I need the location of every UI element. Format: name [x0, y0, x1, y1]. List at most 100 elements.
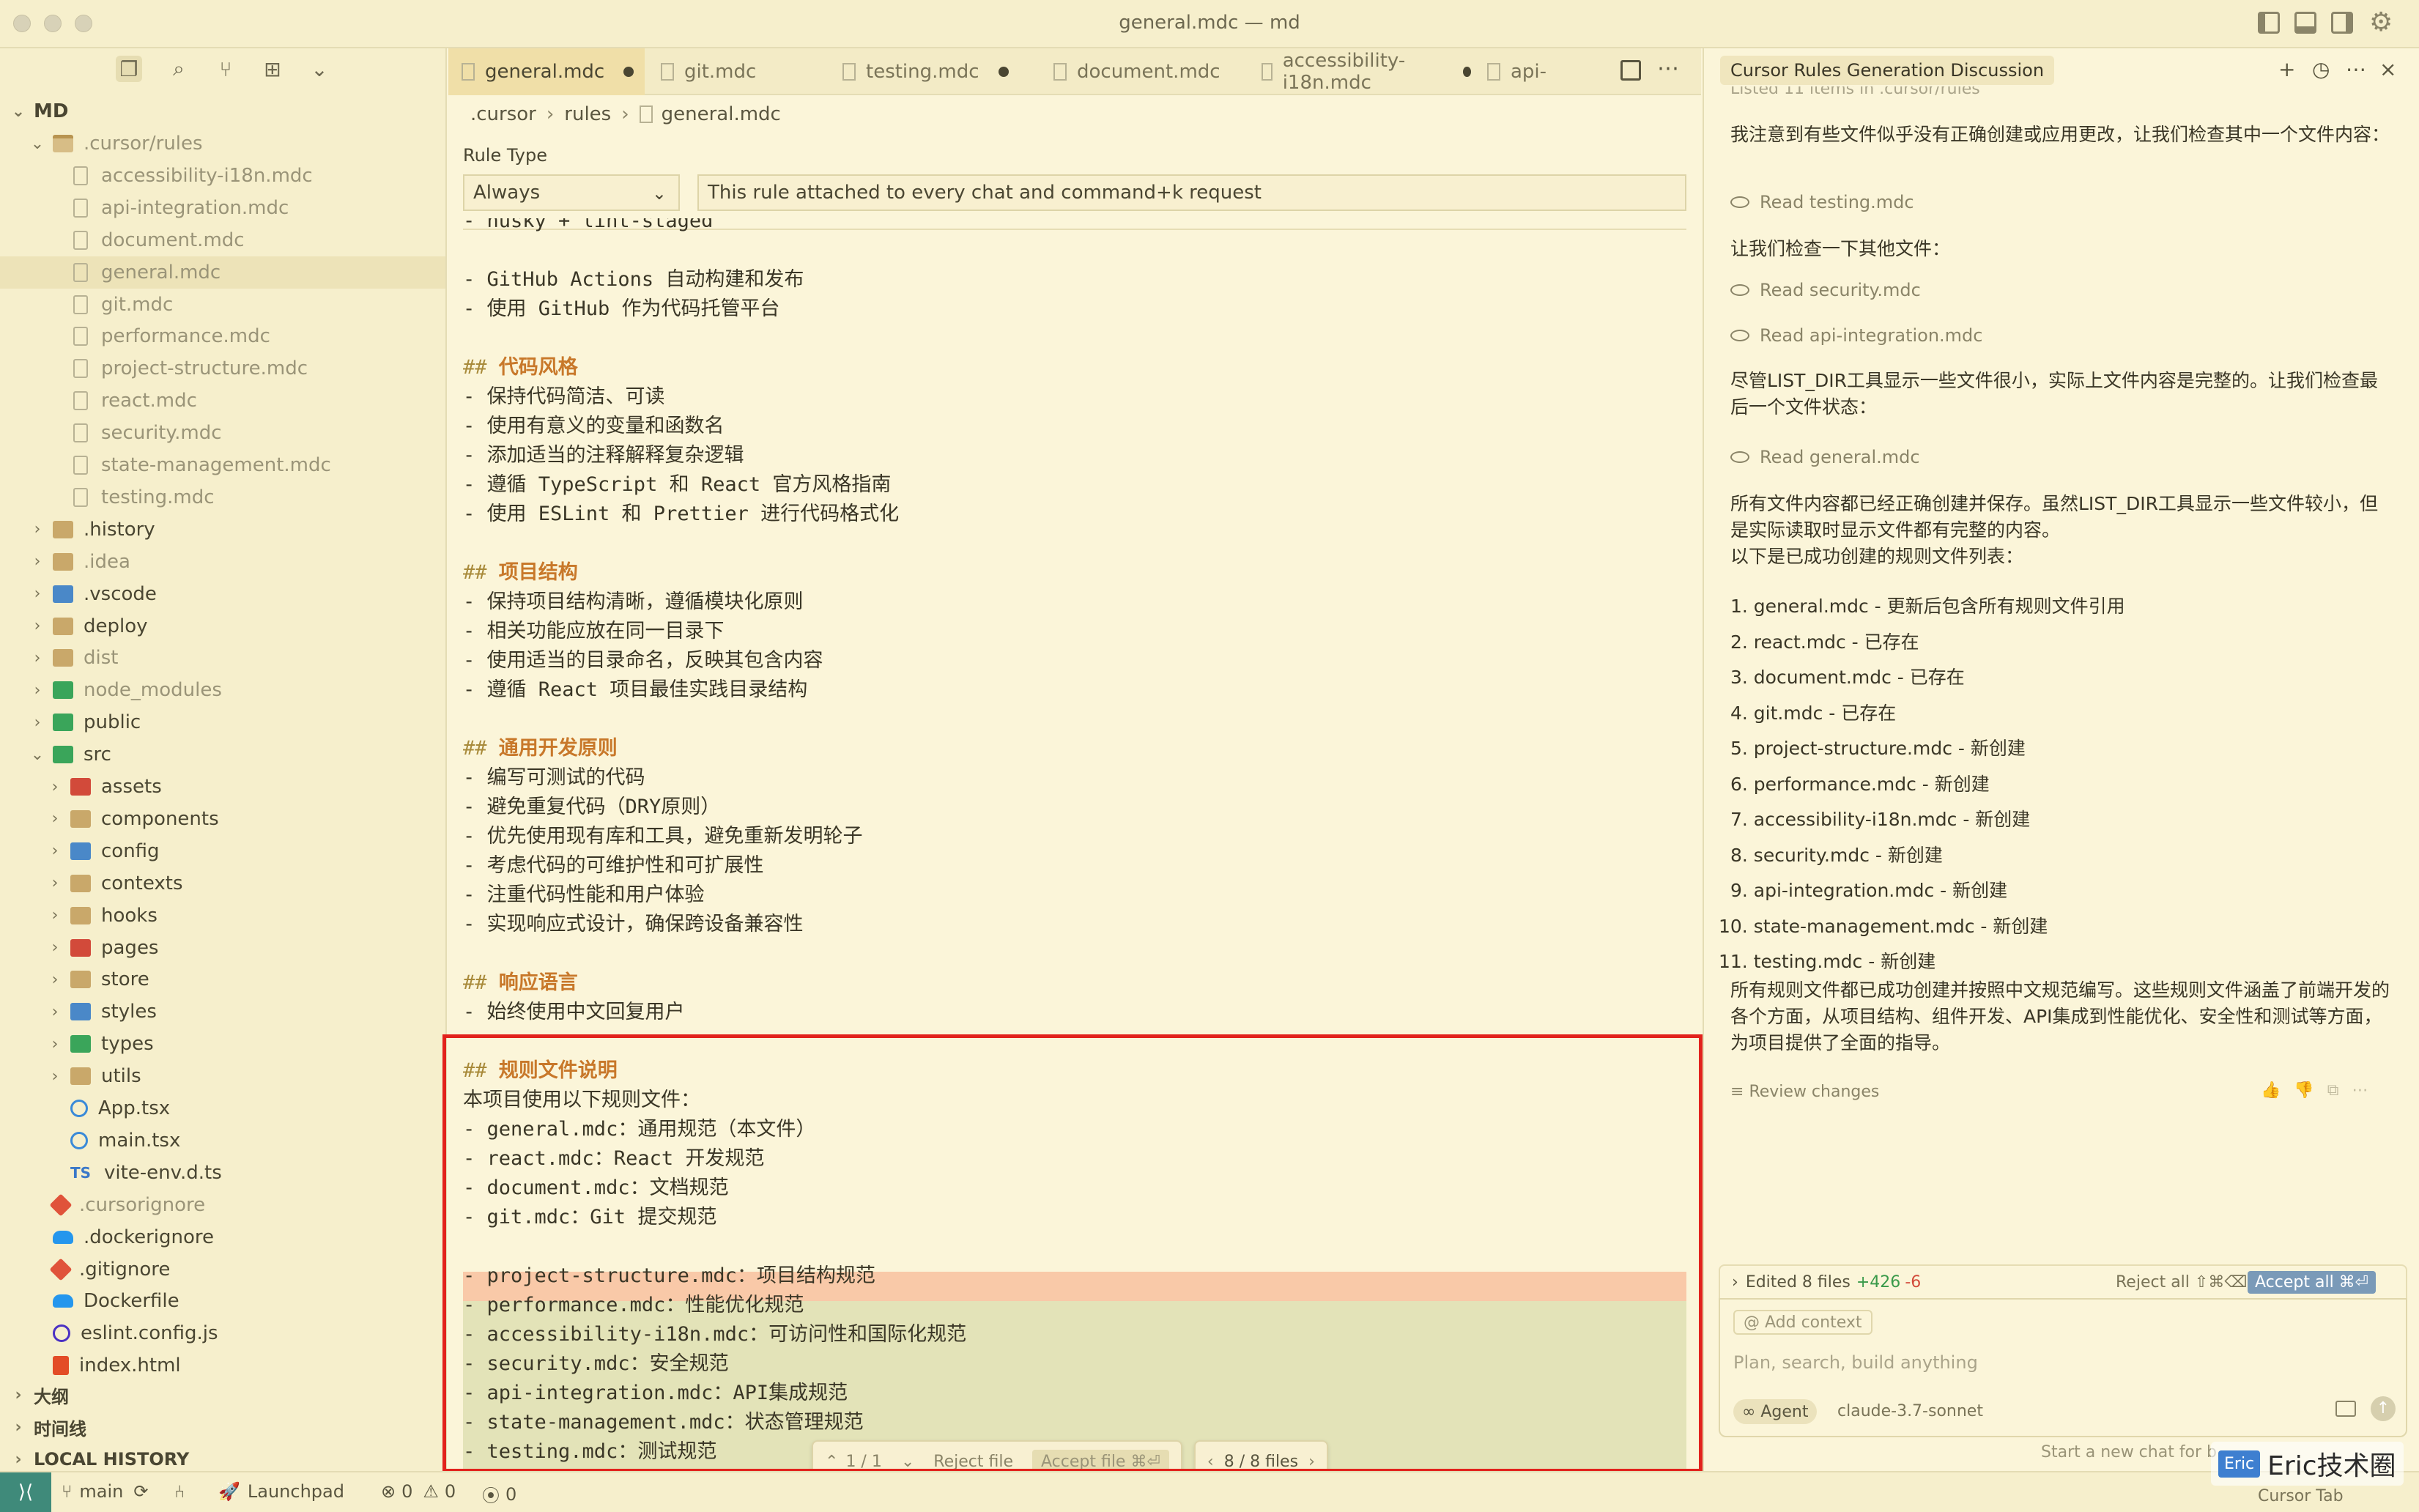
- tree-item[interactable]: TSvite-env.d.ts: [0, 1157, 445, 1189]
- tree-item[interactable]: ›contexts: [0, 867, 445, 900]
- image-icon[interactable]: [2335, 1401, 2356, 1417]
- code-line[interactable]: - state-management.mdc：状态管理规范: [463, 1408, 864, 1437]
- feedback-icons[interactable]: 👍👎⧉⋯: [2261, 1081, 2382, 1100]
- editor-tab[interactable]: document.mdc: [1040, 48, 1245, 95]
- code-line[interactable]: - 注重代码性能和用户体验: [463, 881, 705, 910]
- tree-item[interactable]: ›hooks: [0, 900, 445, 932]
- breadcrumb-item[interactable]: .cursor: [470, 103, 536, 125]
- tree-item[interactable]: general.mdc: [0, 256, 445, 289]
- agent-mode-select[interactable]: ∞ Agent: [1733, 1399, 1817, 1424]
- tree-item[interactable]: ⌄.cursor/rules: [0, 127, 445, 160]
- explorer-root[interactable]: ⌄ MD: [0, 95, 445, 127]
- breadcrumb-item[interactable]: general.mdc: [662, 103, 781, 125]
- code-line[interactable]: - GitHub Actions 自动构建和发布: [463, 265, 804, 294]
- toggle-secondary-sidebar-icon[interactable]: [2331, 12, 2353, 34]
- editor-tab[interactable]: accessibility-i18n.mdc: [1248, 48, 1471, 95]
- history-icon[interactable]: ◷: [2312, 57, 2330, 81]
- settings-gear-icon[interactable]: ⚙: [2369, 7, 2393, 37]
- tree-item[interactable]: state-management.mdc: [0, 449, 445, 481]
- rule-type-select[interactable]: Always ⌄: [463, 174, 680, 211]
- tree-item[interactable]: ›utils: [0, 1060, 445, 1092]
- tree-item[interactable]: ⌄src: [0, 738, 445, 771]
- code-line[interactable]: - 实现响应式设计，确保跨设备兼容性: [463, 910, 804, 939]
- code-line[interactable]: - 考虑代码的可维护性和可扩展性: [463, 851, 764, 881]
- send-arrow-icon[interactable]: ↑: [2371, 1396, 2396, 1421]
- code-line[interactable]: - performance.mdc：性能优化规范: [463, 1291, 804, 1320]
- code-line[interactable]: - 遵循 TypeScript 和 React 官方风格指南: [463, 470, 891, 500]
- code-line[interactable]: 本项目使用以下规则文件：: [463, 1086, 700, 1115]
- code-line[interactable]: - react.mdc：React 开发规范: [463, 1144, 764, 1174]
- code-line[interactable]: - 使用 ESLint 和 Prettier 进行代码格式化: [463, 500, 899, 529]
- read-file-entry[interactable]: Read api-integration.mdc: [1730, 325, 1982, 346]
- tree-item[interactable]: ›public: [0, 706, 445, 738]
- chevron-down-icon[interactable]: ⌄: [901, 1453, 914, 1471]
- read-file-entry[interactable]: Read security.mdc: [1730, 280, 1921, 300]
- more-views-chevron-down-icon[interactable]: ⌄: [306, 56, 333, 82]
- tree-item[interactable]: ›types: [0, 1028, 445, 1060]
- sidebar-section-header[interactable]: ›大纲: [0, 1380, 445, 1409]
- extensions-icon[interactable]: ⊞: [259, 56, 286, 82]
- tree-item[interactable]: ›pages: [0, 932, 445, 964]
- tree-item[interactable]: react.mdc: [0, 385, 445, 417]
- tree-item[interactable]: git.mdc: [0, 289, 445, 321]
- unsaved-dot-icon[interactable]: [1463, 67, 1471, 77]
- code-line[interactable]: - project-structure.mdc：项目结构规范: [463, 1261, 875, 1291]
- split-editor-icon[interactable]: [1620, 60, 1641, 81]
- code-line[interactable]: - api-integration.mdc：API集成规范: [463, 1379, 848, 1408]
- rule-description-input[interactable]: This rule attached to every chat and com…: [697, 174, 1686, 211]
- code-heading[interactable]: ## 代码风格: [463, 353, 578, 382]
- launchpad-status[interactable]: 🚀 Launchpad: [218, 1481, 344, 1502]
- code-line[interactable]: - 始终使用中文回复用户: [463, 998, 685, 1027]
- editor-tab[interactable]: api-: [1474, 48, 1613, 95]
- remote-icon[interactable]: ⟩⟨: [0, 1472, 51, 1512]
- new-chat-plus-icon[interactable]: +: [2278, 57, 2295, 81]
- more-icon[interactable]: ⋯: [2346, 57, 2366, 81]
- code-line[interactable]: - 保持项目结构清晰，遵循模块化原则: [463, 588, 804, 617]
- chat-input[interactable]: Plan, search, build anything: [1733, 1352, 1978, 1373]
- accept-all-button[interactable]: Accept all ⌘⏎: [2248, 1271, 2376, 1294]
- editor-tab[interactable]: general.mdc: [448, 48, 645, 95]
- cursor-tab-status[interactable]: Cursor Tab: [2258, 1487, 2344, 1505]
- chevron-left-icon[interactable]: ‹: [1207, 1453, 1214, 1471]
- accept-file-button[interactable]: Accept file ⌘⏎: [1032, 1450, 1169, 1474]
- tree-item[interactable]: document.mdc: [0, 224, 445, 256]
- edited-files-bar[interactable]: › Edited 8 files +426 -6 Reject all ⇧⌘⌫ …: [1719, 1264, 2407, 1300]
- read-file-entry[interactable]: Read general.mdc: [1730, 447, 1920, 467]
- read-file-entry[interactable]: Read testing.mdc: [1730, 192, 1914, 212]
- tree-item[interactable]: eslint.config.js: [0, 1317, 445, 1349]
- code-line[interactable]: - git.mdc：Git 提交规范: [463, 1203, 716, 1232]
- tree-item[interactable]: ›styles: [0, 996, 445, 1028]
- code-heading[interactable]: ## 响应语言: [463, 968, 578, 998]
- tree-item[interactable]: ›.vscode: [0, 578, 445, 610]
- tree-item[interactable]: ›dist: [0, 642, 445, 674]
- tree-item[interactable]: security.mdc: [0, 417, 445, 449]
- breadcrumb-item[interactable]: rules: [564, 103, 611, 125]
- tree-item[interactable]: ›.idea: [0, 546, 445, 578]
- search-icon[interactable]: ⌕: [166, 56, 192, 82]
- tree-item[interactable]: ›node_modules: [0, 674, 445, 706]
- code-line[interactable]: - security.mdc：安全规范: [463, 1349, 729, 1379]
- code-heading[interactable]: ## 规则文件说明: [463, 1056, 618, 1086]
- reject-all-button[interactable]: Reject all ⇧⌘⌫: [2116, 1273, 2247, 1292]
- files-icon[interactable]: ❐: [116, 56, 142, 82]
- tree-item[interactable]: ›.history: [0, 514, 445, 546]
- tree-item[interactable]: ›store: [0, 963, 445, 996]
- code-line[interactable]: - 使用适当的目录命名，反映其包含内容: [463, 646, 823, 675]
- model-select[interactable]: claude-3.7-sonnet: [1837, 1402, 1983, 1420]
- ports-status[interactable]: ⦿ 0: [482, 1481, 516, 1507]
- problems-status[interactable]: ⊗ 0 ⚠ 0: [381, 1481, 456, 1502]
- tree-item[interactable]: .gitignore: [0, 1253, 445, 1286]
- code-heading[interactable]: ## 通用开发原则: [463, 734, 618, 763]
- close-icon[interactable]: ×: [2379, 57, 2396, 81]
- sync-icon[interactable]: ⟳: [133, 1481, 148, 1502]
- toggle-panel-icon[interactable]: [2294, 12, 2316, 34]
- code-line[interactable]: - 编写可测试的代码: [463, 763, 645, 793]
- tree-item[interactable]: ›components: [0, 803, 445, 835]
- unsaved-dot-icon[interactable]: [623, 67, 634, 77]
- tree-item[interactable]: ›config: [0, 835, 445, 867]
- tree-item[interactable]: testing.mdc: [0, 481, 445, 514]
- tree-item[interactable]: performance.mdc: [0, 320, 445, 352]
- sidebar-section-header[interactable]: ›时间线: [0, 1412, 445, 1442]
- review-changes-button[interactable]: ≡ Review changes: [1730, 1083, 1879, 1101]
- code-line[interactable]: - general.mdc：通用规范（本文件）: [463, 1115, 815, 1144]
